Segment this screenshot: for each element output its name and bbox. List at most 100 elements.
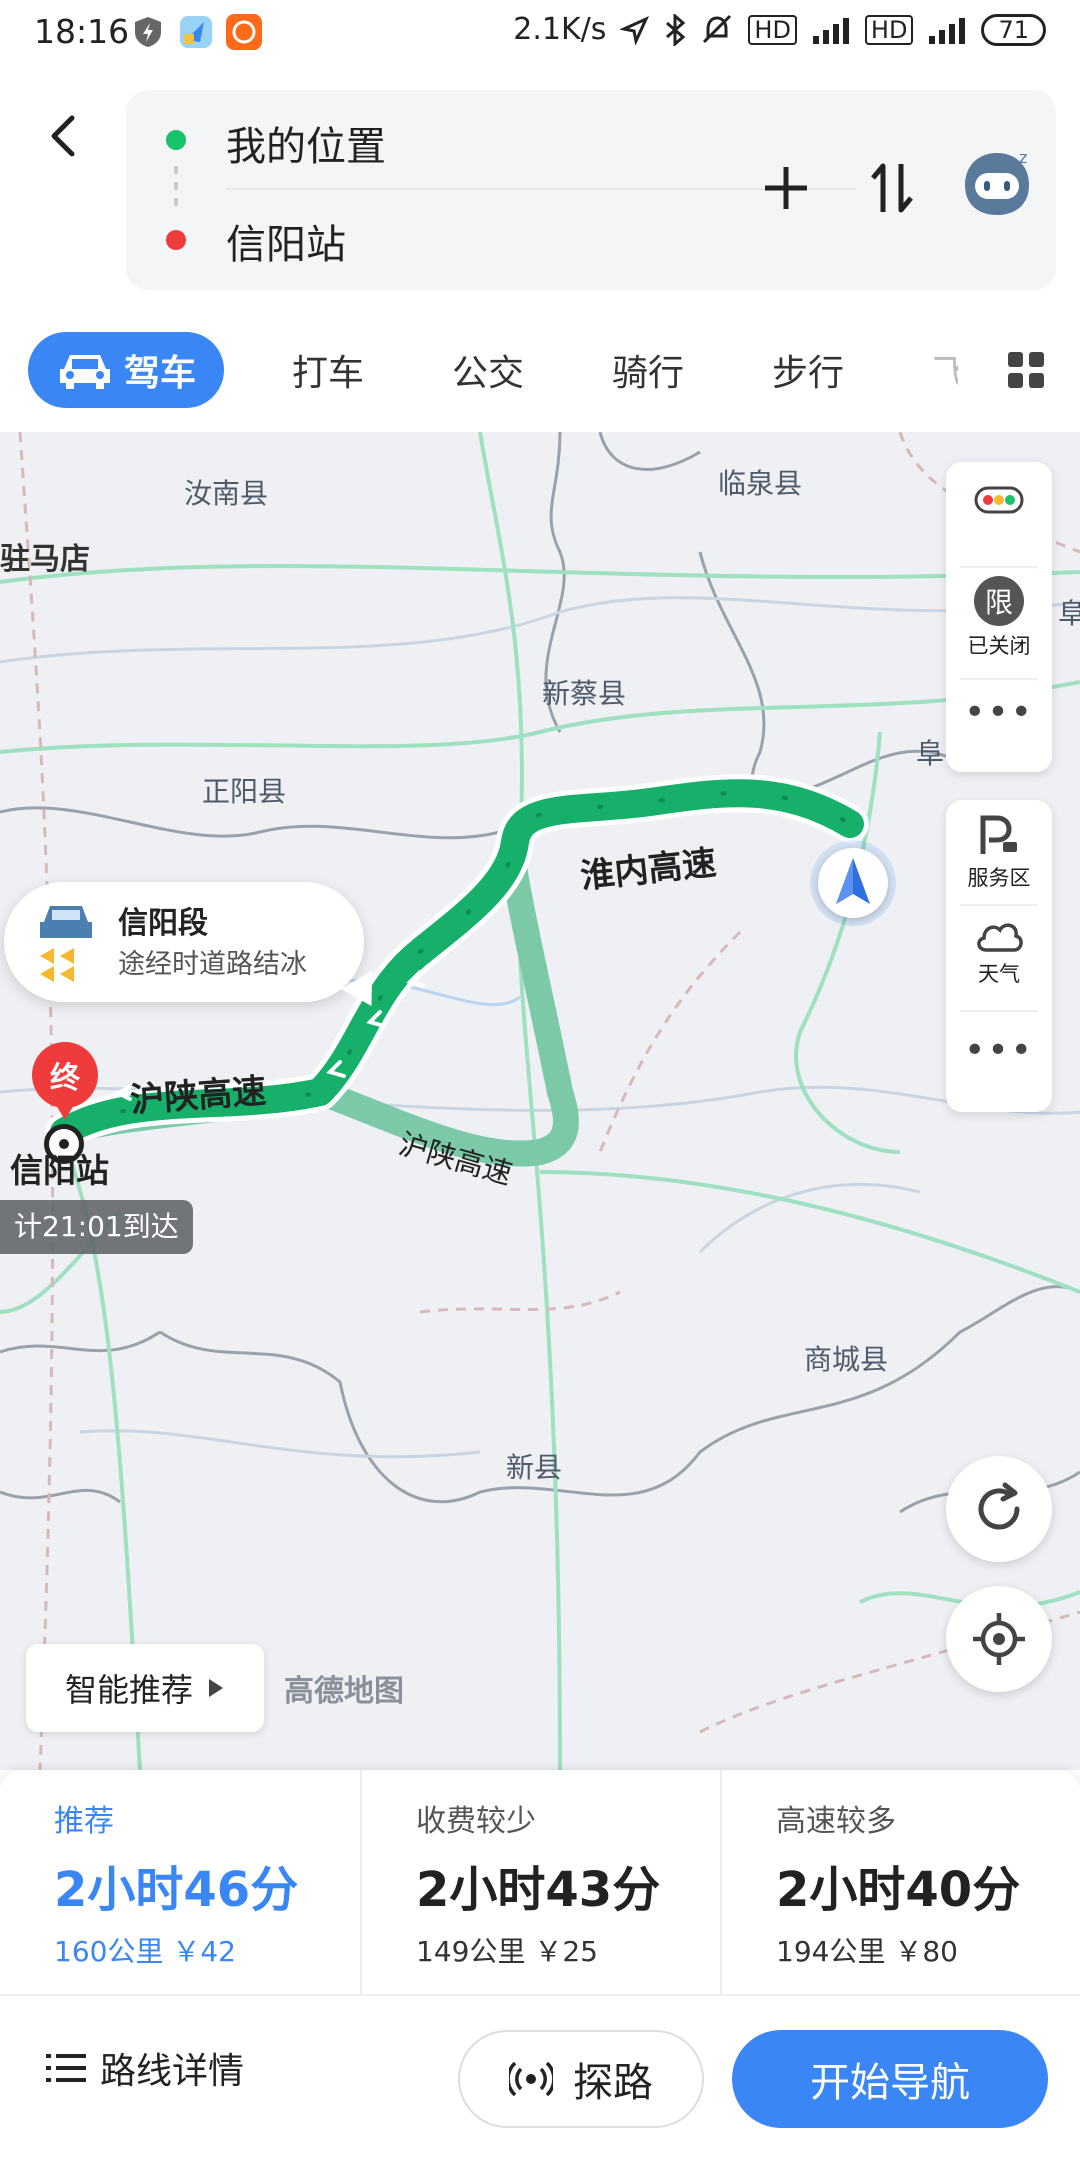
panel-divider-3: [960, 904, 1038, 906]
tab-cycling[interactable]: 骑行: [612, 344, 684, 396]
route-distance-cost: 160公里 ￥42: [54, 1935, 236, 1968]
robot-icon: z: [965, 148, 1029, 215]
tab-walking[interactable]: 步行: [772, 344, 844, 396]
destination-dot: [166, 230, 186, 250]
more-icon-2: •••: [964, 1030, 1034, 1071]
eta-chip: 计21:01到达: [0, 1200, 193, 1254]
panel-divider-4: [960, 1010, 1038, 1012]
restriction-icon: 限: [974, 576, 1024, 626]
map-label-xincai: 新蔡县: [542, 677, 627, 710]
locate-button[interactable]: [946, 1586, 1052, 1692]
route-options: 推荐 2小时46分 160公里 ￥42 收费较少 2小时43分 149公里 ￥2…: [0, 1770, 1080, 1994]
map-label-runan: 汝南县: [184, 477, 269, 510]
swap-route-button[interactable]: [860, 156, 924, 220]
panel-divider-2: [960, 678, 1038, 680]
map-label-fu-2: 阜: [1058, 597, 1080, 630]
route-distance-cost: 194公里 ￥80: [776, 1935, 958, 1968]
callout-title: 信阳段: [118, 906, 208, 941]
icy-road-icon: [40, 906, 92, 982]
svg-text:z: z: [1019, 148, 1027, 167]
refresh-button[interactable]: [946, 1456, 1052, 1562]
more-tools-button-1[interactable]: •••: [946, 692, 1052, 733]
navigation-arrow-icon: [836, 858, 870, 904]
start-navigation-button[interactable]: 开始导航: [732, 2030, 1048, 2128]
origin-dot: [166, 130, 186, 150]
route-details-label: 路线详情: [100, 2051, 245, 2092]
route-option-recommended[interactable]: 推荐 2小时46分 160公里 ￥42: [0, 1770, 360, 1994]
route-option-more-highway[interactable]: 高速较多 2小时40分 194公里 ￥80: [720, 1770, 1080, 1994]
add-waypoint-button[interactable]: [754, 156, 818, 220]
battery-indicator: 71: [981, 13, 1046, 46]
grid-menu-icon[interactable]: [1006, 350, 1046, 390]
map-label-zhengyang: 正阳县: [202, 775, 287, 808]
restriction-label: 已关闭: [967, 634, 1031, 658]
map-label-linquan: 临泉县: [718, 467, 803, 500]
mute-icon: [703, 14, 732, 43]
hd-badge: HD: [748, 14, 797, 45]
hd-badge-2: HD: [864, 14, 914, 45]
tab-transit[interactable]: 公交: [452, 344, 524, 396]
road-warning-callout[interactable]: 信阳段 途经时道路结冰: [4, 882, 388, 1015]
map-label-fu: 阜: [916, 737, 945, 770]
tab-drive[interactable]: 驾车: [28, 332, 224, 408]
status-bar: 18:16 2.1K/s HD HD 71: [0, 0, 1080, 68]
shield-icon: [135, 17, 161, 47]
service-area-button[interactable]: 服务区: [946, 814, 1052, 892]
swap-icon: [871, 163, 913, 213]
route-duration: 2小时40分: [776, 1862, 1021, 1918]
list-icon: [46, 2054, 86, 2082]
route-duration: 2小时46分: [54, 1862, 299, 1918]
weather-button[interactable]: 天气: [946, 918, 1052, 988]
start-navigation-label: 开始导航: [810, 2060, 970, 2106]
route-details-button[interactable]: 路线详情: [46, 2042, 244, 2094]
map-view[interactable]: 汝南县 临泉县 驻马店 新蔡县 正阳县 阜 阜 商城县 新县 淮内高速 沪陕高速…: [0, 432, 1080, 1770]
route-duration: 2小时43分: [416, 1862, 661, 1918]
map-label-zhumadian: 驻马店: [0, 542, 90, 577]
signal-icon-2: [929, 17, 966, 44]
travel-mode-tabs: 驾车 打车 公交 骑行 步行 飞: [0, 320, 1080, 430]
assistant-button[interactable]: z: [952, 140, 1042, 230]
location-icon: [620, 15, 650, 45]
traffic-toggle[interactable]: [946, 486, 1052, 514]
mi-app-icon: [226, 14, 262, 50]
crosshair-icon: [973, 1613, 1025, 1665]
back-button[interactable]: [36, 108, 92, 164]
smart-recommend-button[interactable]: 智能推荐: [26, 1644, 264, 1732]
smart-recommend-label: 智能推荐: [64, 1671, 193, 1709]
origin-field[interactable]: 我的位置: [226, 114, 386, 172]
callout-subtitle: 途经时道路结冰: [118, 949, 307, 980]
route-option-low-toll[interactable]: 收费较少 2小时43分 149公里 ￥25: [360, 1770, 720, 1994]
end-marker-tail: [53, 1100, 77, 1120]
more-tools-button-2[interactable]: •••: [946, 1030, 1052, 1071]
explore-road-label: 探路: [573, 2060, 653, 2106]
map-tools-panel: 限 已关闭 •••: [946, 462, 1052, 772]
tab-flight[interactable]: 飞: [932, 344, 958, 396]
highway-label-hushan: 沪陕高速: [129, 1071, 268, 1121]
bottom-action-bar: 路线详情 探路 开始导航: [0, 1994, 1080, 2160]
tab-drive-label: 驾车: [123, 353, 196, 394]
service-area-label: 服务区: [967, 866, 1031, 890]
map-watermark: 高德地图: [284, 1674, 404, 1709]
cloud-icon: [977, 923, 1023, 952]
route-distance-cost: 149公里 ￥25: [416, 1935, 598, 1968]
map-label-shangcheng: 商城县: [804, 1343, 889, 1376]
explore-road-button[interactable]: 探路: [458, 2030, 704, 2128]
refresh-icon: [978, 1482, 1020, 1530]
restriction-toggle[interactable]: 限 已关闭: [946, 576, 1052, 660]
weather-label: 天气: [978, 962, 1020, 986]
map-layers-panel: 服务区 天气 •••: [946, 800, 1052, 1112]
network-speed: 2.1K/s: [513, 12, 607, 47]
panel-divider: [960, 566, 1038, 568]
end-marker[interactable]: 终: [32, 1042, 98, 1108]
play-triangle-icon: [209, 1679, 223, 1697]
more-icon: •••: [964, 692, 1034, 733]
current-location-marker: [810, 840, 896, 926]
signal-icon: [812, 17, 849, 44]
destination-field[interactable]: 信阳站: [226, 212, 346, 270]
route-tag: 收费较少: [416, 1804, 536, 1839]
parking-icon: [980, 815, 1017, 854]
destination-map-label: 信阳站: [10, 1151, 109, 1190]
route-tag: 高速较多: [776, 1804, 896, 1839]
broadcast-icon: [509, 2061, 553, 2097]
tab-taxi[interactable]: 打车: [292, 344, 364, 396]
